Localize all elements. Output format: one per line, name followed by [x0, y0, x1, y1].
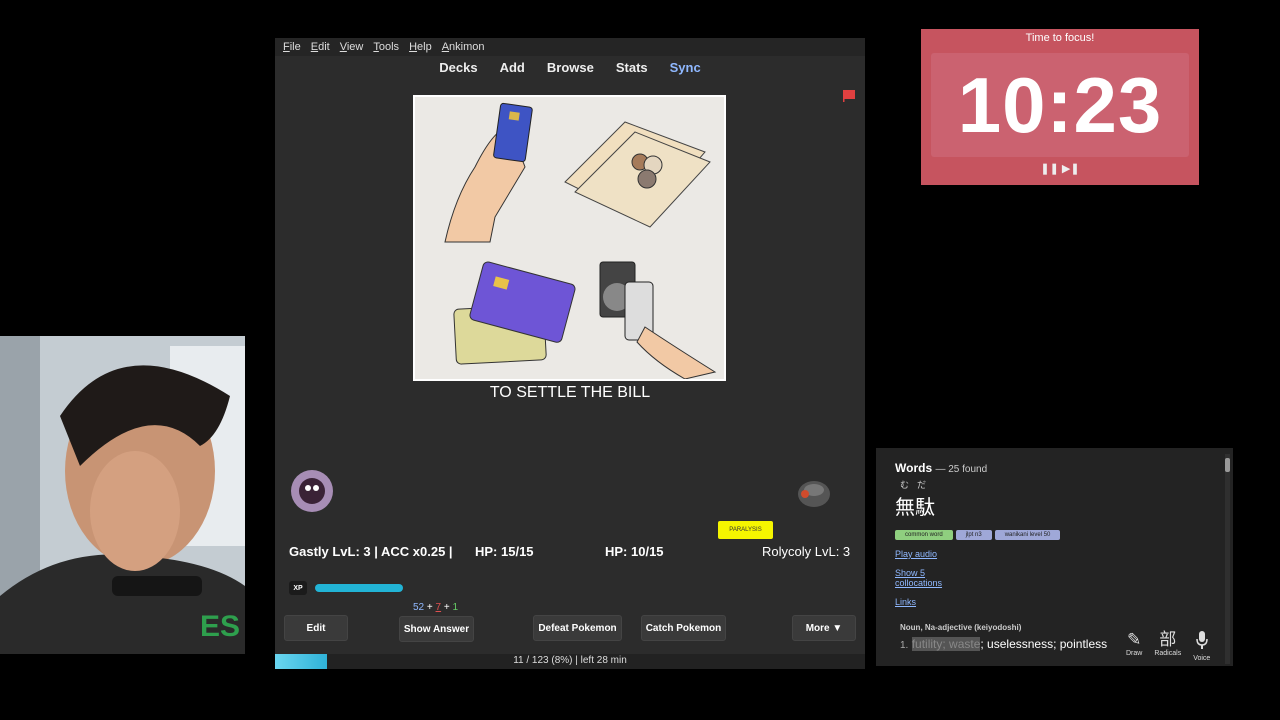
- definition: 1. futility; waste; uselessness; pointle…: [895, 637, 1107, 651]
- definition-rest: ; uselessness; pointless: [980, 637, 1108, 651]
- tag-wanikani: wanikani level 50: [994, 530, 1061, 540]
- learn-count: 7: [435, 602, 442, 613]
- microphone-icon: [1195, 630, 1209, 655]
- flag-icon[interactable]: [842, 89, 856, 108]
- timer-time: 10:23: [957, 60, 1163, 149]
- links-link[interactable]: Links: [895, 597, 1107, 607]
- draw-label: Draw: [1126, 650, 1143, 657]
- card-text: TO SETTLE THE BILL: [489, 384, 651, 401]
- tag-common-word: common word: [895, 530, 953, 540]
- catch-pokemon-button[interactable]: Catch Pokemon: [641, 615, 726, 641]
- words-heading: Words — 25 found: [895, 461, 1107, 475]
- word-kanji: 無駄: [895, 495, 935, 519]
- timer-display: 10:23: [931, 53, 1189, 157]
- menu-tools[interactable]: Tools: [373, 41, 399, 53]
- menu-help[interactable]: Help: [409, 41, 432, 53]
- radicals-label: Radicals: [1154, 650, 1182, 657]
- decks-link[interactable]: Decks: [439, 60, 477, 75]
- rolycoly-sprite: [795, 476, 833, 515]
- plus-sign: +: [443, 602, 450, 613]
- scrollbar-thumb[interactable]: [1225, 458, 1230, 472]
- enemy-hp: HP: 10/15: [605, 544, 664, 559]
- card-image: [413, 95, 726, 381]
- dictionary-tools: ✎ Draw 部 Radicals Voice: [1126, 630, 1210, 662]
- browse-link[interactable]: Browse: [547, 60, 594, 75]
- draw-tool[interactable]: ✎ Draw: [1126, 630, 1142, 662]
- definition-highlight: futility; waste: [911, 637, 981, 651]
- status-badge: PARALYSIS: [718, 521, 773, 539]
- found-count: — 25 found: [935, 464, 988, 475]
- words-title: Words: [895, 461, 933, 475]
- show-answer-button[interactable]: Show Answer: [399, 616, 474, 642]
- word-reading: むだ: [900, 480, 935, 490]
- definition-number: 1.: [900, 640, 909, 651]
- gastly-sprite: [287, 466, 337, 521]
- due-counts: 52 + 7 + 1: [413, 602, 458, 613]
- progress-text: 11 / 123 (8%) | left 28 min: [513, 655, 627, 666]
- stats-link[interactable]: Stats: [616, 60, 648, 75]
- edit-button[interactable]: Edit: [284, 615, 348, 641]
- webcam-feed: ES: [0, 336, 245, 654]
- xp-label: XP: [289, 581, 307, 595]
- timer-title: Time to focus!: [1025, 32, 1095, 44]
- word-tags: common word jlpt n3 wanikani level 50: [895, 530, 1107, 540]
- voice-tool[interactable]: Voice: [1193, 630, 1210, 662]
- scrollbar[interactable]: [1225, 454, 1230, 664]
- timer-controls[interactable]: ❚❚ ▶❚: [921, 162, 1199, 175]
- focus-timer: Time to focus! 10:23 ❚❚ ▶❚: [921, 29, 1199, 185]
- menu-file[interactable]: File: [283, 41, 301, 53]
- defeat-pokemon-button[interactable]: Defeat Pokemon: [533, 615, 622, 641]
- new-count: 52: [413, 602, 425, 613]
- menu-ankimon[interactable]: Ankimon: [442, 41, 485, 53]
- top-links: Decks Add Browse Stats Sync: [275, 56, 865, 78]
- radicals-tool[interactable]: 部 Radicals: [1154, 630, 1181, 662]
- sync-link[interactable]: Sync: [670, 60, 701, 75]
- play-audio-link[interactable]: Play audio: [895, 549, 1107, 559]
- add-link[interactable]: Add: [500, 60, 525, 75]
- more-button[interactable]: More ▼: [792, 615, 856, 641]
- menu-view[interactable]: View: [340, 41, 364, 53]
- player-hp: HP: 15/15: [475, 544, 534, 559]
- plus-sign: +: [426, 602, 433, 613]
- svg-text:ES: ES: [200, 610, 240, 643]
- tag-jlpt: jlpt n3: [955, 530, 992, 540]
- progress-bar: 11 / 123 (8%) | left 28 min: [275, 654, 865, 669]
- radical-icon: 部: [1159, 630, 1177, 649]
- dictionary-panel: Words — 25 found むだ 無駄 common word jlpt …: [876, 448, 1233, 666]
- anki-window: File Edit View Tools Help Ankimon Decks …: [275, 38, 865, 669]
- pencil-icon: ✎: [1127, 630, 1142, 649]
- enemy-pokemon-stats: Rolycoly LvL: 3: [762, 544, 851, 559]
- menu-bar: File Edit View Tools Help Ankimon: [275, 38, 865, 56]
- voice-label: Voice: [1193, 655, 1211, 662]
- xp-bar: [315, 584, 403, 592]
- part-of-speech: Noun, Na-adjective (keiyodoshi): [900, 623, 1022, 632]
- player-pokemon-stats: Gastly LvL: 3 | ACC x0.25 |: [289, 544, 453, 559]
- review-count: 1: [452, 602, 459, 613]
- menu-edit[interactable]: Edit: [311, 41, 330, 53]
- show-collocations-link[interactable]: Show 5: [895, 568, 1107, 578]
- show-collocations-link-2[interactable]: collocations: [895, 578, 1107, 588]
- pause-skip-icon[interactable]: ❚❚ ▶❚: [1040, 163, 1079, 175]
